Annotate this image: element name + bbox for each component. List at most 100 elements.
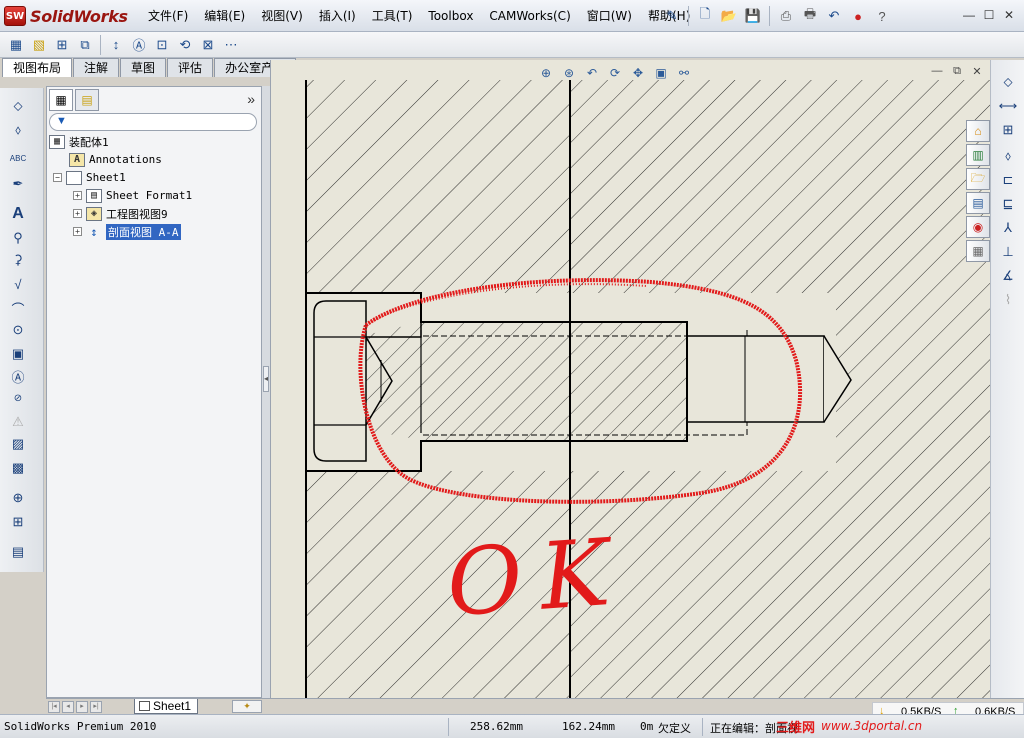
broken-out-section-icon[interactable]: ⊡ xyxy=(152,35,172,55)
hole-callout-icon[interactable]: ⊙ xyxy=(8,320,28,340)
vertical-dimension-icon[interactable]: ⊞ xyxy=(998,120,1018,140)
balloon-icon[interactable]: ⚲ xyxy=(8,228,28,248)
horizontal-ordinate-icon[interactable]: ⊑ xyxy=(998,194,1018,214)
datum-target-icon[interactable]: ⊘ xyxy=(8,388,28,408)
standard-views-icon[interactable]: ▦ xyxy=(6,35,26,55)
tab-sketch[interactable]: 草图 xyxy=(120,58,167,77)
vertical-ordinate-icon[interactable]: ⊥ xyxy=(998,242,1018,262)
expand-icon[interactable]: + xyxy=(73,191,82,200)
doc-close-icon[interactable]: ✕ xyxy=(970,64,984,78)
doc-restore-icon[interactable]: ⧉ xyxy=(950,64,964,78)
view-palette-icon[interactable]: ▤ xyxy=(966,192,990,214)
close-icon[interactable]: ✕ xyxy=(1000,6,1018,24)
doc-minimize-icon[interactable]: — xyxy=(930,64,944,78)
crop-view-icon[interactable]: ⊠ xyxy=(198,35,218,55)
custom-properties-icon[interactable]: ▦ xyxy=(966,240,990,262)
app-logo[interactable]: SW SolidWorks xyxy=(4,5,128,27)
smart-dimension-icon[interactable]: ⬦ xyxy=(998,72,1018,92)
minimize-icon[interactable]: — xyxy=(960,6,978,24)
tab-view-layout[interactable]: 视图布局 xyxy=(2,58,73,77)
warning-icon[interactable]: ⚠ xyxy=(8,412,28,432)
collapse-icon[interactable]: − xyxy=(53,173,62,182)
surface-finish-icon[interactable]: √ xyxy=(8,274,28,294)
auto-balloon-icon[interactable]: ⚳ xyxy=(8,250,28,270)
rotate-view-icon[interactable]: ⟳ xyxy=(606,64,624,82)
menu-tools[interactable]: 工具(T) xyxy=(364,8,421,24)
panel-splitter[interactable]: ◂ xyxy=(262,86,270,698)
splitter-grip-icon[interactable]: ◂ xyxy=(263,366,269,392)
view-orientation-icon[interactable]: ▣ xyxy=(652,64,670,82)
tree-item-annotations[interactable]: A Annotations xyxy=(69,151,162,168)
model-items-icon[interactable]: ⬨ xyxy=(8,120,28,140)
menu-edit[interactable]: 编辑(E) xyxy=(196,8,253,24)
datum-feature-icon[interactable]: Ⓐ xyxy=(8,366,28,386)
note-icon[interactable]: A xyxy=(8,204,28,224)
detail-view-icon[interactable]: Ⓐ xyxy=(129,35,149,55)
feature-manager-tab-icon[interactable]: ▦ xyxy=(49,89,73,111)
first-sheet-icon[interactable]: |◂ xyxy=(48,701,60,713)
menu-file[interactable]: 文件(F) xyxy=(140,8,196,24)
tree-item-sheet-format[interactable]: + ▤ Sheet Format1 xyxy=(73,187,192,204)
expand-icon[interactable]: + xyxy=(73,209,82,218)
auxiliary-view-icon[interactable]: ⧉ xyxy=(75,35,95,55)
menu-toolbox[interactable]: Toolbox xyxy=(420,8,481,24)
sheet-tab[interactable]: Sheet1 xyxy=(134,699,199,714)
block-icon[interactable]: ▩ xyxy=(8,458,28,478)
undo-icon[interactable]: ↶ xyxy=(824,6,844,26)
horizontal-dimension-icon[interactable]: ⟷ xyxy=(998,96,1018,116)
drawing-canvas[interactable]: OK ⊕ ⊛ ↶ ⟳ ✥ ▣ ⚯ — ⧉ ✕ xyxy=(270,60,990,698)
alternate-position-icon[interactable]: ⋯ xyxy=(221,35,241,55)
area-hatch-icon[interactable]: ▨ xyxy=(8,434,28,454)
menu-camworks[interactable]: CAMWorks(C) xyxy=(481,8,578,24)
design-library-icon[interactable]: ▥ xyxy=(966,144,990,166)
previous-sheet-icon[interactable]: ◂ xyxy=(62,701,74,713)
pan-view-icon[interactable]: ✥ xyxy=(629,64,647,82)
open-folder-icon[interactable]: 📂 xyxy=(719,6,739,26)
tree-item-drawing-view[interactable]: + ◈ 工程图视图9 xyxy=(73,205,168,222)
format-painter-icon[interactable]: ✒ xyxy=(8,174,28,194)
spell-check-icon[interactable]: ABC xyxy=(8,148,28,168)
pin-icon[interactable]: ✎ xyxy=(662,6,682,26)
tab-evaluate[interactable]: 评估 xyxy=(167,58,214,77)
tree-item-section-view[interactable]: + ↕ 剖面视图 A-A xyxy=(73,223,181,240)
last-sheet-icon[interactable]: ▸| xyxy=(90,701,102,713)
expand-icon[interactable]: + xyxy=(73,227,82,236)
menu-view[interactable]: 视图(V) xyxy=(253,8,311,24)
tree-item-sheet[interactable]: − Sheet1 xyxy=(53,169,126,186)
break-icon[interactable]: ⟲ xyxy=(175,35,195,55)
angle-dimension-icon[interactable]: ∡ xyxy=(998,266,1018,286)
tree-filter-input[interactable]: ▼ xyxy=(49,113,257,131)
help-icon[interactable]: ? xyxy=(872,6,892,26)
printer-options-icon[interactable]: 🖶 xyxy=(800,6,820,26)
menu-insert[interactable]: 插入(I) xyxy=(311,8,364,24)
solidworks-resources-icon[interactable]: ⌂ xyxy=(966,120,990,142)
ordinate-dimension-icon[interactable]: ⊏ xyxy=(998,170,1018,190)
print-icon[interactable]: ⎙ xyxy=(776,6,796,26)
traffic-light-icon[interactable]: ● xyxy=(848,6,868,26)
baseline-dimension-icon[interactable]: ⬨ xyxy=(998,146,1018,166)
save-icon[interactable]: 💾 xyxy=(743,6,763,26)
property-manager-tab-icon[interactable]: ▤ xyxy=(75,89,99,111)
chamfer-dimension-icon[interactable]: ⅄ xyxy=(998,218,1018,238)
zoom-to-fit-icon[interactable]: ⊕ xyxy=(537,64,555,82)
file-explorer-icon[interactable]: 🗁 xyxy=(966,168,990,190)
centerline-icon[interactable]: ⊞ xyxy=(8,512,28,532)
expand-panel-icon[interactable]: » xyxy=(247,91,255,107)
table-icon[interactable]: ▤ xyxy=(8,542,28,562)
zoom-to-area-icon[interactable]: ⊛ xyxy=(560,64,578,82)
fully-define-icon[interactable]: ⌇ xyxy=(998,290,1018,310)
hide-show-items-icon[interactable]: ⚯ xyxy=(675,64,693,82)
previous-view-icon[interactable]: ↶ xyxy=(583,64,601,82)
center-mark-icon[interactable]: ⊕ xyxy=(8,488,28,508)
weld-symbol-icon[interactable]: ⌒ xyxy=(8,298,28,318)
maximize-icon[interactable]: ☐ xyxy=(980,6,998,24)
section-view-icon[interactable]: ↕ xyxy=(106,35,126,55)
tree-item-root[interactable]: ▦ 装配体1 xyxy=(49,133,109,150)
new-document-icon[interactable]: 🗋 xyxy=(695,6,715,26)
geometric-tolerance-icon[interactable]: ▣ xyxy=(8,344,28,364)
add-sheet-icon[interactable]: ✦ xyxy=(232,700,262,713)
projected-view-icon[interactable]: ⊞ xyxy=(52,35,72,55)
appearances-icon[interactable]: ◉ xyxy=(966,216,990,238)
tab-annotation[interactable]: 注解 xyxy=(73,58,120,77)
menu-window[interactable]: 窗口(W) xyxy=(579,8,640,24)
